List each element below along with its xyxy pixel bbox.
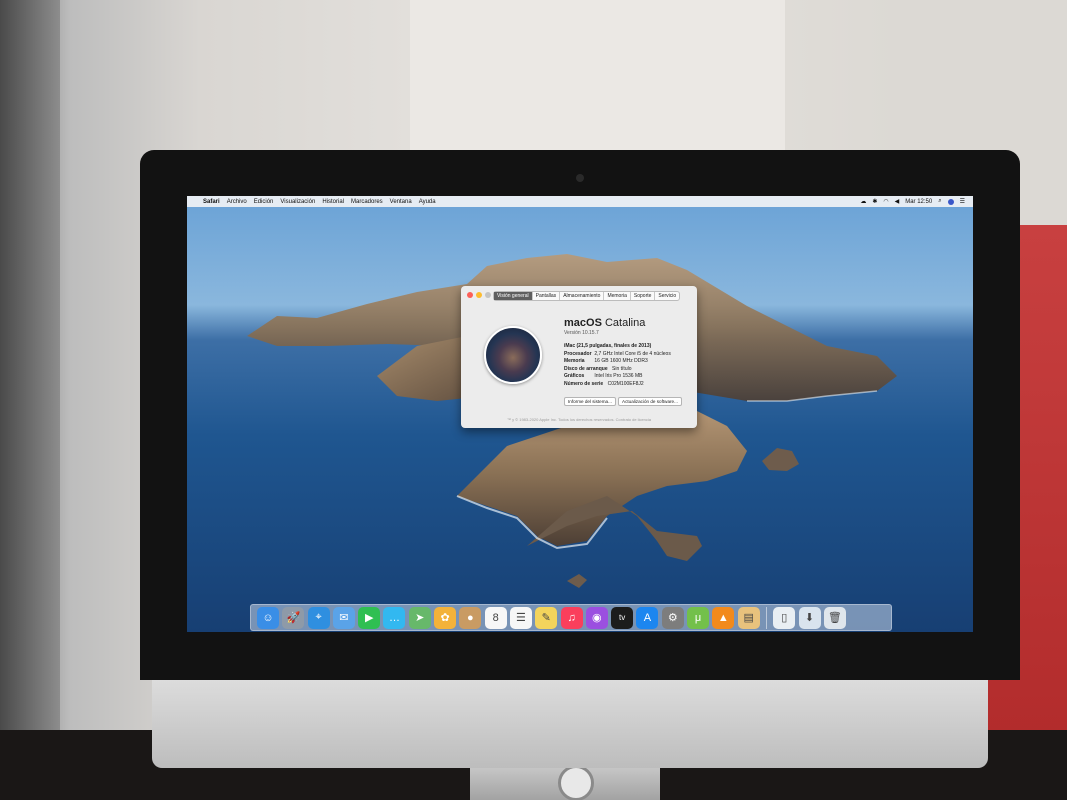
spec-value: 2,7 GHz Intel Core i5 de 4 núcleos [594,350,671,357]
launchpad-icon[interactable]: 🚀 [282,606,305,629]
menu-visualizacion[interactable]: Visualización [280,199,315,205]
zoom-icon[interactable] [485,292,491,298]
spec-value: Sin título [612,365,632,372]
system-report-button[interactable]: Informe del sistema... [564,397,616,406]
apple-logo-icon [552,692,592,740]
dock: ☺ 🚀 ⌖ ✉ ▶… ➤ ✿ ● 8 ☰ ✎ ♫ ◉ tv A ⚙ μ ▲ ▤ ▯ ⬇ 🗑 [250,604,892,631]
dock-separator [765,606,767,629]
spec-label: Gráficos [564,373,585,380]
spec-value: C02M100EF8J2 [607,380,644,387]
menu-clock[interactable]: Mar 12:50 [905,199,932,205]
reminders-icon[interactable]: ☰ [509,606,532,629]
about-this-mac-window: Visión general Pantallas Almacenamiento … [461,286,697,428]
spec-value: 16 GB 1600 MHz DDR3 [594,358,648,365]
camera [576,174,584,182]
tab-vision-general[interactable]: Visión general [494,292,533,300]
copyright-note: ™ y © 1983-2020 Apple Inc. Todos los der… [506,417,652,422]
trash-icon[interactable]: 🗑 [823,606,846,629]
macos-catalina-icon [484,326,542,384]
messages-icon[interactable]: … [383,606,406,629]
volume-icon[interactable]: ◀ [895,198,900,205]
os-name: macOS [564,317,602,329]
utorrent-icon[interactable]: μ [687,606,710,629]
wifi-icon[interactable]: ◠ [883,198,888,205]
imac-bezel: Safari Archivo Edición Visualización His… [140,150,1020,680]
notes-icon[interactable]: ✎ [535,606,558,629]
tab-memoria[interactable]: Memoria [604,292,631,300]
status-area: ☁ ✱ ◠ ◀ Mar 12:50 ⌕ ☰ [860,198,965,205]
menu-marcadores[interactable]: Marcadores [351,199,383,205]
menu-app-name[interactable]: Safari [203,199,220,205]
torrent-file-icon[interactable]: ▯ [773,606,796,629]
control-list-icon[interactable]: ☰ [960,198,965,205]
archive-utility-icon[interactable]: ▤ [737,606,760,629]
spec-row: Memoria 16 GB 1600 MHz DDR3 [564,358,671,366]
os-version: Versión 10.15.7 [564,330,599,336]
os-release: Catalina [604,317,646,329]
tab-soporte[interactable]: Soporte [631,292,656,300]
wall-panel [410,0,785,160]
finder-icon[interactable]: ☺ [257,606,279,629]
tab-bar: Visión general Pantallas Almacenamiento … [493,291,681,301]
search-icon[interactable]: ⌕ [938,198,941,205]
software-update-button[interactable]: Actualización de software... [618,397,682,406]
imac-chin [152,680,988,768]
safari-icon[interactable]: ⌖ [307,606,330,629]
bluetooth-icon[interactable]: ✱ [872,198,877,205]
facetime-icon[interactable]: ▶ [358,606,381,629]
vlc-icon[interactable]: ▲ [712,606,735,629]
spec-value: Intel Iris Pro 1536 MB [594,373,643,380]
os-title: macOS Catalina [564,317,645,329]
cloud-icon[interactable]: ☁ [860,198,866,205]
spec-row: Gráficos Intel Iris Pro 1536 MB [564,373,671,381]
contacts-icon[interactable]: ● [459,606,482,629]
downloads-icon[interactable]: ⬇ [798,606,821,629]
wall [0,0,60,800]
spec-row: Disco de arranque Sin título [564,366,671,374]
app-store-icon[interactable]: A [636,606,659,629]
spec-label: Disco de arranque [564,365,608,372]
calendar-icon[interactable]: 8 [484,606,507,629]
mail-icon[interactable]: ✉ [332,606,355,629]
siri-icon[interactable] [947,198,954,205]
system-preferences-icon[interactable]: ⚙ [661,606,684,629]
screen: Safari Archivo Edición Visualización His… [187,196,973,632]
photos-icon[interactable]: ✿ [434,606,457,629]
menu-ventana[interactable]: Ventana [390,199,412,205]
spec-row: Procesador 2,7 GHz Intel Core i5 de 4 nú… [564,351,671,359]
podcasts-icon[interactable]: ◉ [585,606,608,629]
music-icon[interactable]: ♫ [560,606,583,629]
model-name: iMac (21,5 pulgadas, finales de 2013) [564,343,652,349]
spec-list: iMac (21,5 pulgadas, finales de 2013) Pr… [564,343,671,389]
spec-label: Memoria [564,358,585,365]
menu-bar: Safari Archivo Edición Visualización His… [187,196,973,207]
menu-archivo[interactable]: Archivo [227,199,247,205]
apple-tv-icon[interactable]: tv [611,606,634,629]
imac: Safari Archivo Edición Visualización His… [140,150,1020,770]
menu-historial[interactable]: Historial [322,199,344,205]
menu-ayuda[interactable]: Ayuda [419,199,436,205]
menu-edicion[interactable]: Edición [254,199,274,205]
spec-label: Procesador [564,350,592,357]
maps-icon[interactable]: ➤ [408,606,431,629]
tab-pantallas[interactable]: Pantallas [533,292,561,300]
close-icon[interactable] [467,292,473,298]
minimize-icon[interactable] [476,292,482,298]
tab-almacenamiento[interactable]: Almacenamiento [560,292,605,300]
stand-cable-hole [558,765,594,800]
tab-servicio[interactable]: Servicio [655,292,679,300]
spec-row: Número de serie C02M100EF8J2 [564,381,671,389]
spec-label: Número de serie [564,380,604,387]
